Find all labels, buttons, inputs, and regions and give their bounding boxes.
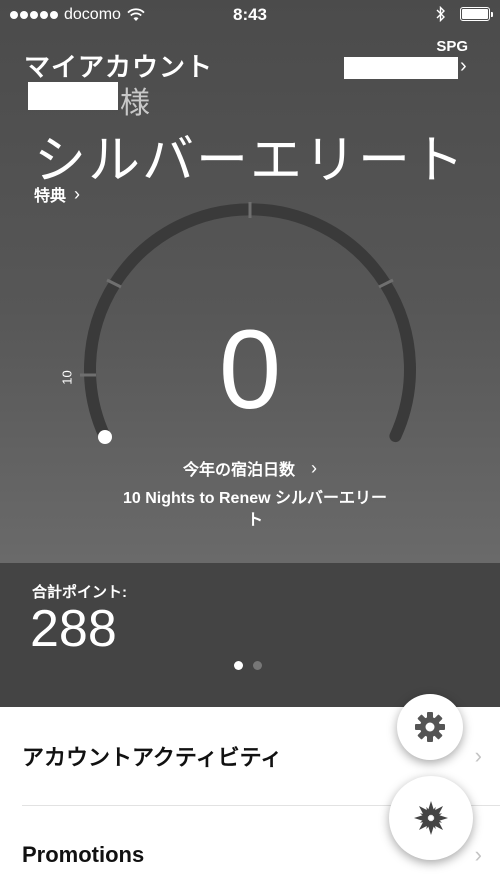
points-panel: 合計ポイント: 288 — [0, 563, 500, 707]
chevron-right-icon[interactable]: › — [460, 55, 467, 78]
main-menu-button[interactable] — [389, 776, 473, 860]
tier-name: シルバーエリート — [34, 132, 467, 190]
renew-text: 10 Nights to Renew シルバーエリート — [122, 490, 388, 529]
bluetooth-icon — [436, 6, 445, 22]
status-right — [436, 6, 493, 22]
chevron-right-icon: › — [474, 841, 482, 867]
status-bar: docomo 8:43 — [0, 0, 500, 30]
benefits-label: 特典 — [34, 188, 67, 205]
nights-label: 今年の宿泊日数 — [182, 462, 295, 479]
clock: 8:43 — [232, 5, 268, 24]
page-dot-active[interactable] — [234, 661, 243, 670]
page-indicator[interactable] — [234, 661, 262, 670]
starburst-icon — [414, 801, 448, 835]
gear-icon — [415, 712, 445, 742]
account-title: マイアカウント — [24, 52, 214, 82]
list-item-label: Promotions — [22, 841, 145, 867]
battery-icon — [460, 7, 493, 21]
redacted-name — [28, 82, 118, 110]
nights-link[interactable]: 今年の宿泊日数 › — [0, 456, 500, 480]
chevron-right-icon: › — [474, 743, 482, 768]
spg-label[interactable]: SPG — [436, 38, 468, 55]
redacted-spg-number — [344, 57, 458, 79]
page-dot[interactable] — [253, 661, 262, 670]
points-value: 288 — [30, 600, 117, 658]
chevron-right-icon: › — [311, 457, 317, 478]
settings-button[interactable] — [397, 694, 463, 760]
nights-count: 0 — [218, 307, 282, 432]
honorific: 様 — [120, 87, 150, 120]
list-item-label: アカウントアクティビティ — [22, 745, 283, 770]
